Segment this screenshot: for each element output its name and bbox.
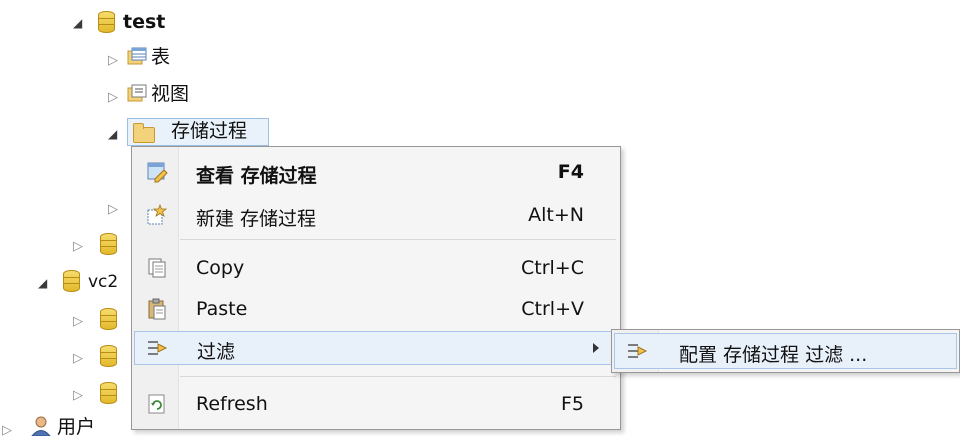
menu-item-label: 过滤 bbox=[197, 341, 236, 363]
expanded-twisty-icon[interactable]: ◢ bbox=[73, 17, 82, 29]
menu-item-new-procedure[interactable]: 新建 存储过程 Alt+N bbox=[134, 198, 618, 232]
menu-separator bbox=[180, 239, 616, 240]
menu-item-label: 配置 存储过程 过滤 ... bbox=[679, 344, 868, 366]
collapsed-twisty-icon[interactable]: ▷ bbox=[108, 91, 118, 104]
menu-item-shortcut: F5 bbox=[560, 393, 584, 415]
database-icon bbox=[98, 11, 115, 33]
collapsed-twisty-icon[interactable]: ▷ bbox=[73, 240, 83, 253]
expanded-twisty-icon[interactable]: ◢ bbox=[38, 277, 47, 289]
database-icon bbox=[100, 233, 117, 255]
collapsed-twisty-icon[interactable]: ▷ bbox=[108, 203, 118, 216]
folder-icon bbox=[133, 123, 155, 143]
paste-icon bbox=[148, 298, 166, 320]
menu-item-filter[interactable]: 过滤 bbox=[134, 331, 618, 365]
copy-icon bbox=[148, 258, 166, 278]
menu-item-shortcut: Ctrl+C bbox=[521, 257, 584, 279]
filter-submenu: 配置 存储过程 过滤 ... bbox=[611, 329, 960, 373]
menu-separator bbox=[180, 376, 616, 377]
tree-item-views[interactable]: 视图 bbox=[151, 83, 189, 105]
menu-item-view-procedure[interactable]: 查看 存储过程 F4 bbox=[134, 155, 618, 189]
menu-item-label: 新建 存储过程 bbox=[196, 208, 317, 230]
tree-item-tables[interactable]: 表 bbox=[151, 46, 170, 68]
menu-item-label: Copy bbox=[196, 257, 245, 279]
collapsed-twisty-icon[interactable]: ▷ bbox=[73, 352, 83, 365]
menu-item-copy[interactable]: Copy Ctrl+C bbox=[134, 251, 618, 285]
edit-icon bbox=[147, 162, 168, 183]
collapsed-twisty-icon[interactable]: ▷ bbox=[73, 315, 83, 328]
tree-item-db-vc2[interactable]: vc2 bbox=[88, 271, 118, 293]
menu-item-label: Paste bbox=[196, 298, 248, 320]
expanded-twisty-icon[interactable]: ◢ bbox=[108, 128, 117, 140]
database-icon bbox=[100, 308, 117, 330]
menu-item-shortcut: Alt+N bbox=[528, 204, 584, 226]
tree-item-db-test[interactable]: test bbox=[123, 11, 165, 33]
menu-item-label: 查看 存储过程 bbox=[196, 165, 317, 187]
user-icon bbox=[31, 416, 51, 436]
collapsed-twisty-icon[interactable]: ▷ bbox=[73, 389, 83, 402]
submenu-arrow-icon bbox=[593, 343, 599, 353]
menu-item-configure-filter[interactable]: 配置 存储过程 过滤 ... bbox=[614, 333, 957, 369]
menu-item-shortcut: Ctrl+V bbox=[521, 298, 584, 320]
filter-icon bbox=[628, 344, 648, 358]
database-icon bbox=[100, 345, 117, 367]
tree-item-users[interactable]: 用户 bbox=[57, 416, 95, 438]
new-icon bbox=[147, 204, 168, 225]
menu-item-shortcut: F4 bbox=[557, 161, 584, 183]
table-folder-icon bbox=[127, 47, 147, 65]
view-folder-icon bbox=[127, 84, 147, 102]
menu-item-paste[interactable]: Paste Ctrl+V bbox=[134, 292, 618, 326]
database-icon bbox=[100, 382, 117, 404]
database-icon bbox=[63, 270, 80, 292]
tree-item-stored-procedures[interactable]: 存储过程 bbox=[171, 120, 247, 142]
filter-icon bbox=[148, 341, 168, 355]
menu-item-refresh[interactable]: Refresh F5 bbox=[134, 387, 618, 421]
refresh-icon bbox=[148, 394, 165, 414]
context-menu: 查看 存储过程 F4 新建 存储过程 Alt+N Copy Ctrl+C Pas… bbox=[131, 146, 621, 430]
menu-item-label: Refresh bbox=[196, 393, 268, 415]
collapsed-twisty-icon[interactable]: ▷ bbox=[108, 54, 118, 67]
